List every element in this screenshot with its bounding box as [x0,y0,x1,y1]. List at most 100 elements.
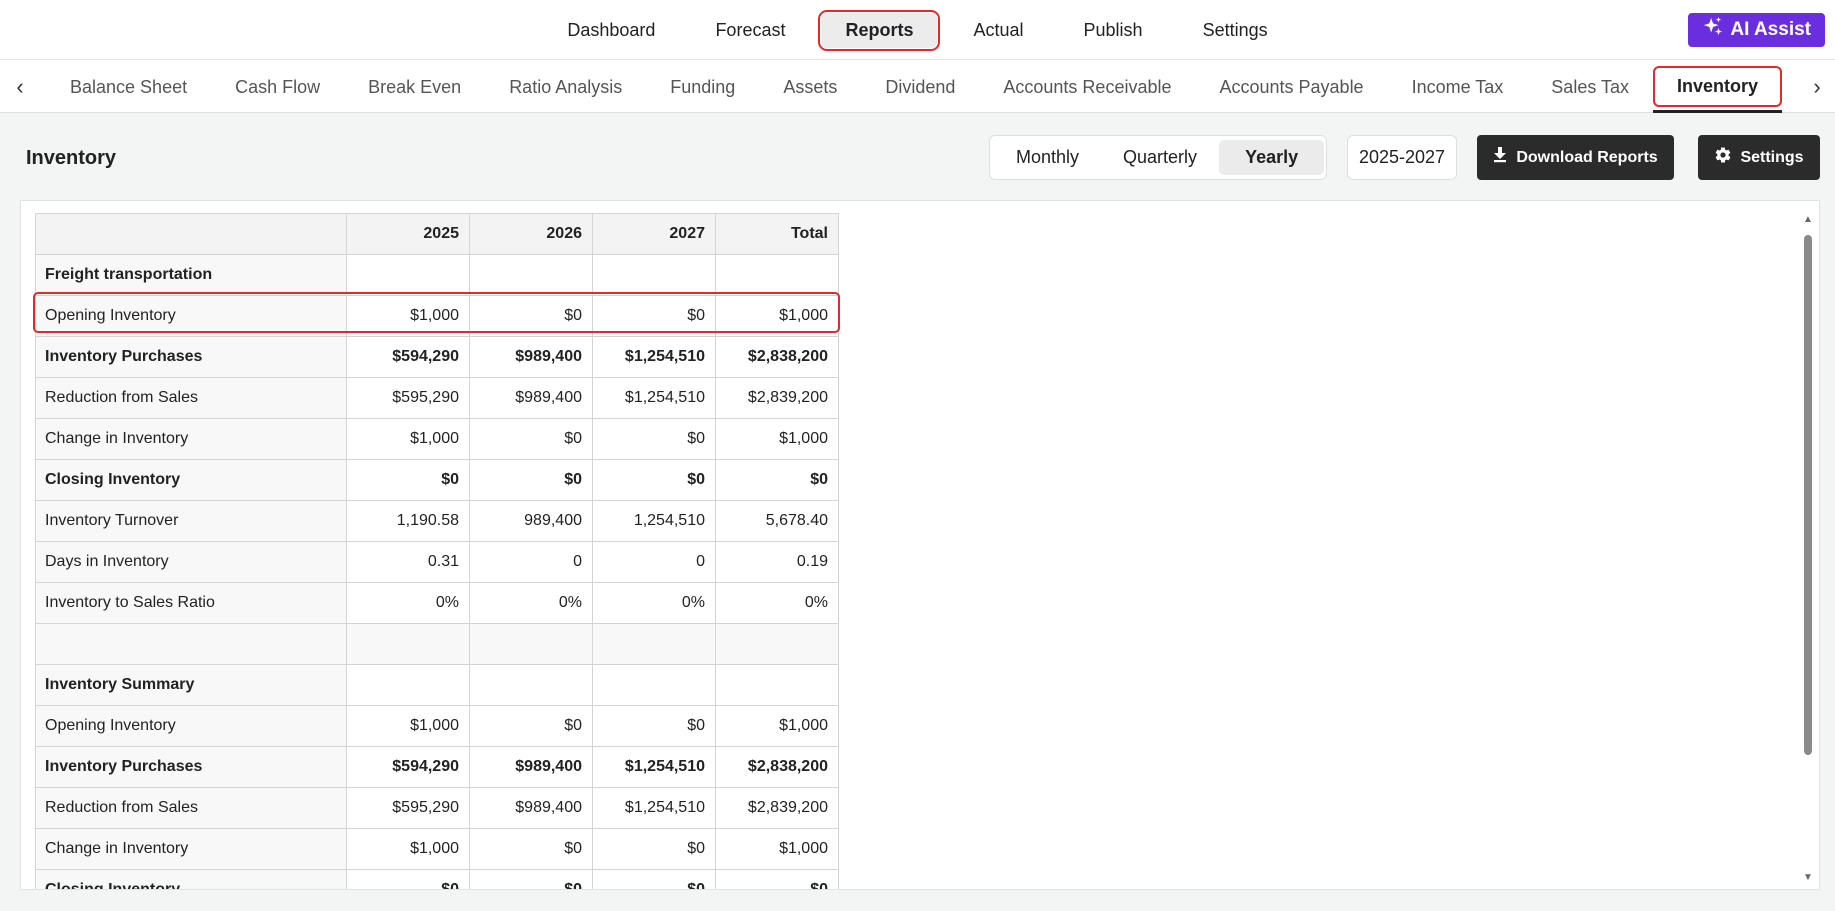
tab-funding[interactable]: Funding [646,61,759,113]
sparkle-icon [1702,16,1724,44]
tab-ratio-analysis[interactable]: Ratio Analysis [485,61,646,113]
nav-settings[interactable]: Settings [1179,13,1292,48]
table-row: Inventory Purchases $594,290 $989,400 $1,25… [35,746,839,788]
row-label: Change in Inventory [35,418,347,460]
row-label: Inventory to Sales Ratio [35,582,347,624]
value-cell: $0 [469,828,593,870]
value-cell [715,623,839,665]
value-cell [346,623,470,665]
value-cell: $0 [592,418,716,460]
tab-accounts-payable[interactable]: Accounts Payable [1195,61,1387,113]
value-cell: $0 [469,869,593,889]
value-cell: $989,400 [469,746,593,788]
nav-dashboard[interactable]: Dashboard [543,13,679,48]
table-scroll-area[interactable]: 2025 2026 2027 Total Freight transportation… [35,213,855,889]
row-label: Inventory Purchases [35,746,347,788]
inventory-report-panel: 2025 2026 2027 Total Freight transportation… [20,200,1820,890]
table-row: Closing Inventory $0 $0 $0 $0 [35,869,839,889]
table-header-row: 2025 2026 2027 Total [35,213,839,255]
tab-sales-tax[interactable]: Sales Tax [1527,61,1653,113]
table-row: Inventory Summary [35,664,839,706]
report-content: Inventory Monthly Quarterly Yearly 2025-20… [0,113,1835,911]
tab-assets[interactable]: Assets [759,61,861,113]
value-cell: $1,000 [346,418,470,460]
header-2026: 2026 [469,213,593,255]
table-body: Freight transportation Opening Inventory $… [35,254,839,889]
period-quarterly[interactable]: Quarterly [1101,140,1219,175]
header-label-cell [35,213,347,255]
download-icon [1493,147,1507,168]
table-row: Inventory Turnover 1,190.58 989,400 1,254,5… [35,500,839,542]
nav-publish[interactable]: Publish [1060,13,1167,48]
value-cell: $0 [469,295,593,337]
value-cell [715,664,839,706]
value-cell: $1,254,510 [592,377,716,419]
download-reports-button[interactable]: Download Reports [1477,135,1674,180]
table-row: Opening Inventory $1,000 $0 $0 $1,000 [35,295,839,337]
header-total: Total [715,213,839,255]
scroll-down-icon[interactable]: ▼ [1803,873,1813,883]
value-cell: $1,254,510 [592,746,716,788]
value-cell [469,664,593,706]
chevron-right-icon[interactable]: › [1805,74,1829,99]
vertical-scrollbar[interactable]: ▲ ▼ [1803,215,1813,883]
date-range-selector[interactable]: 2025-2027 [1347,135,1457,180]
ai-assist-button[interactable]: AI Assist [1688,13,1825,47]
value-cell: $1,000 [346,295,470,337]
value-cell: $0 [715,459,839,501]
tab-cash-flow[interactable]: Cash Flow [211,61,344,113]
value-cell [592,254,716,296]
value-cell: 0.31 [346,541,470,583]
table-row: Closing Inventory $0 $0 $0 $0 [35,459,839,501]
value-cell: 0% [715,582,839,624]
nav-reports[interactable]: Reports [818,9,941,51]
value-cell: 1,190.58 [346,500,470,542]
gear-icon [1714,146,1732,169]
value-cell: $1,254,510 [592,787,716,829]
row-label: Closing Inventory [35,869,347,889]
tab-dividend[interactable]: Dividend [861,61,979,113]
tab-break-even[interactable]: Break Even [344,61,485,113]
tab-accounts-receivable[interactable]: Accounts Receivable [979,61,1195,113]
value-cell: 0.19 [715,541,839,583]
value-cell: $594,290 [346,336,470,378]
row-label: Reduction from Sales [35,787,347,829]
value-cell: 0 [592,541,716,583]
scroll-up-icon[interactable]: ▲ [1803,215,1813,225]
chevron-left-icon[interactable]: ‹ [8,74,32,99]
top-nav-items: Dashboard Forecast Reports Actual Publish Set… [0,0,1835,60]
value-cell [469,623,593,665]
ai-assist-label: AI Assist [1730,19,1811,40]
value-cell: $1,000 [715,828,839,870]
nav-actual[interactable]: Actual [949,13,1047,48]
table-row: Change in Inventory $1,000 $0 $0 $1,000 [35,828,839,870]
value-cell: $0 [346,459,470,501]
table-row: Freight transportation [35,254,839,296]
row-label [35,623,347,665]
value-cell: 989,400 [469,500,593,542]
table-row: Opening Inventory $1,000 $0 $0 $1,000 [35,705,839,747]
tab-w[interactable]: W [1782,61,1801,113]
value-cell: 0% [469,582,593,624]
value-cell: $0 [469,459,593,501]
value-cell [715,254,839,296]
value-cell: $595,290 [346,377,470,419]
value-cell: $1,000 [715,418,839,460]
period-yearly[interactable]: Yearly [1219,140,1325,175]
value-cell: 0% [592,582,716,624]
tab-inventory[interactable]: Inventory [1653,61,1783,113]
nav-forecast[interactable]: Forecast [691,13,809,48]
value-cell [469,254,593,296]
value-cell: $2,838,200 [715,336,839,378]
report-settings-button[interactable]: Settings [1698,135,1820,180]
tab-balance-sheet[interactable]: Balance Sheet [46,61,211,113]
row-label: Days in Inventory [35,541,347,583]
table-row: Change in Inventory $1,000 $0 $0 $1,000 [35,418,839,460]
value-cell: $0 [592,705,716,747]
scrollbar-thumb[interactable] [1804,235,1812,755]
report-tabs-bar: ‹ Balance Sheet Cash Flow Break Even Ratio … [0,61,1835,113]
download-reports-label: Download Reports [1516,148,1658,166]
inventory-table: 2025 2026 2027 Total Freight transportation… [35,213,839,889]
tab-income-tax[interactable]: Income Tax [1388,61,1528,113]
period-monthly[interactable]: Monthly [994,140,1101,175]
